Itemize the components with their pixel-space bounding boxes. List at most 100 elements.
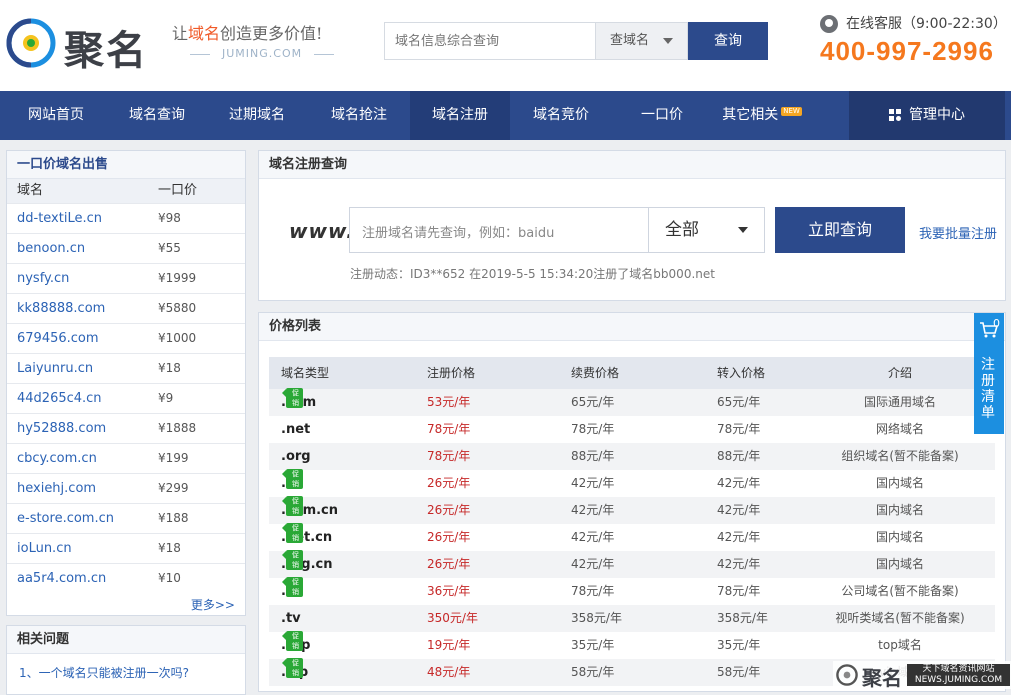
reg-price: 78元/年	[427, 449, 471, 463]
nav-item-label: 其它相关	[722, 107, 779, 123]
col-domain: 域名	[17, 183, 44, 198]
header: 聚名 让域名创造更多价值! JUMING.COM 查域名 查询 在线客服（9:0…	[0, 0, 1011, 91]
list-item[interactable]: ioLun.cn ¥18	[7, 533, 245, 563]
faq-item[interactable]: 1、一个域名只能被注册一次吗?	[19, 664, 189, 681]
table-row: .cc促销36元/年78元/年78元/年公司域名(暂不能备案)	[269, 577, 995, 605]
promo-badge: 促销	[282, 469, 303, 489]
domain-price: ¥299	[158, 481, 189, 495]
domain-name[interactable]: hexiehj.com	[17, 474, 96, 503]
nav-item-backorder[interactable]: 域名抢注	[316, 91, 402, 140]
domain-ext: .org	[281, 449, 311, 464]
domain-name[interactable]: hy52888.com	[17, 414, 106, 443]
promo-badge: 促销	[282, 523, 303, 543]
nav-item-domain-search[interactable]: 域名查询	[114, 91, 200, 140]
promo-badge: 促销	[282, 658, 303, 678]
nav-admin-center[interactable]: 管理中心	[849, 91, 1005, 140]
list-item[interactable]: dd-textiLe.cn ¥98	[7, 203, 245, 233]
domain-name[interactable]: aa5r4.com.cn	[17, 564, 106, 593]
domain-name[interactable]: 679456.com	[17, 324, 99, 353]
www-label: www.	[289, 219, 355, 243]
faq-title: 相关问题	[7, 626, 245, 654]
list-item[interactable]: cbcy.com.cn ¥199	[7, 443, 245, 473]
list-item[interactable]: kk88888.com ¥5880	[7, 293, 245, 323]
register-title: 域名注册查询	[259, 151, 1005, 179]
reg-price: 26元/年	[427, 476, 471, 490]
domain-name[interactable]: cbcy.com.cn	[17, 444, 97, 473]
renew-price: 42元/年	[571, 503, 615, 517]
juming-logo-icon	[6, 18, 56, 68]
domain-intro: 国内域名	[875, 476, 924, 490]
domain-price: ¥188	[158, 511, 189, 525]
renew-price: 65元/年	[571, 395, 615, 409]
slogan: 让域名创造更多价值!	[172, 20, 322, 44]
slogan-suffix: 创造更多价值!	[220, 24, 323, 43]
logo-text: 聚名	[64, 27, 148, 74]
list-item[interactable]: Laiyunru.cn ¥18	[7, 353, 245, 383]
list-item[interactable]: hy52888.com ¥1888	[7, 413, 245, 443]
list-item[interactable]: nysfy.cn ¥1999	[7, 263, 245, 293]
domain-intro: top域名	[878, 638, 922, 652]
search-button[interactable]: 查询	[688, 22, 768, 60]
nav-item-home[interactable]: 网站首页	[14, 91, 98, 140]
more-link[interactable]: 更多>>	[191, 596, 235, 613]
nav-item-label: 域名注册	[432, 107, 488, 123]
table-row: .com.cn 促销 26元/年 42元/年 42元/年 国内域名	[269, 496, 995, 524]
suffix-select[interactable]: 全部	[648, 208, 764, 252]
watermark-line1: 天下域名资讯网站	[922, 664, 995, 674]
domain-name[interactable]: e-store.com.cn	[17, 504, 114, 533]
domain-price: ¥18	[158, 541, 181, 555]
domain-intro: 国内域名	[875, 530, 924, 544]
header-intro: 介绍	[887, 366, 912, 380]
service-text: 在线客服（9:00-22:30）	[846, 16, 1007, 32]
list-item[interactable]: benoon.cn ¥55	[7, 233, 245, 263]
list-item[interactable]: hexiehj.com ¥299	[7, 473, 245, 503]
list-item[interactable]: aa5r4.com.cn ¥10	[7, 563, 245, 593]
domain-name[interactable]: Laiyunru.cn	[17, 354, 93, 383]
watermark: 聚名 天下域名资讯网站 NEWS.JUMING.COM	[833, 661, 1011, 690]
nav-item-register[interactable]: 域名注册	[410, 91, 510, 140]
grid-icon	[889, 108, 902, 122]
nav-item-fixed-price[interactable]: 一口价	[624, 91, 700, 140]
nav-item-label: 域名查询	[129, 107, 185, 123]
batch-register-link[interactable]: 我要批量注册	[919, 223, 997, 242]
domain-name[interactable]: dd-textiLe.cn	[17, 204, 102, 233]
transfer-price: 42元/年	[717, 476, 761, 490]
nav-item-expired[interactable]: 过期域名	[214, 91, 300, 140]
domain-price: ¥1000	[158, 331, 197, 345]
register-input[interactable]: 注册域名请先查询，例如：baidu	[362, 222, 554, 241]
search-type-select[interactable]: 查域名	[595, 23, 687, 59]
header-transfer: 转入价格	[717, 366, 766, 380]
nav-item-auction[interactable]: 域名竞价	[518, 91, 604, 140]
slogan-highlight: 域名	[188, 24, 221, 43]
nav-item-label: 一口价	[641, 107, 683, 123]
domain-ext: .tv	[281, 611, 301, 626]
register-input-group: 注册域名请先查询，例如：baidu 全部	[349, 207, 765, 253]
online-service[interactable]: 在线客服（9:00-22:30）	[820, 13, 1007, 33]
list-item[interactable]: 679456.com ¥1000	[7, 323, 245, 353]
renew-price: 35元/年	[571, 638, 615, 652]
transfer-price: 58元/年	[717, 665, 761, 679]
nav-item-others[interactable]: 其它相关 NEW	[712, 91, 812, 140]
domain-name[interactable]: 44d265c4.cn	[17, 384, 102, 413]
register-cart[interactable]: 0 注册清单	[974, 313, 1004, 434]
domain-name[interactable]: benoon.cn	[17, 234, 85, 263]
domain-intro: 国际通用域名	[863, 395, 936, 409]
domain-name[interactable]: kk88888.com	[17, 294, 105, 323]
reg-price: 48元/年	[427, 665, 471, 679]
domain-price: ¥5880	[158, 301, 197, 315]
table-row: .tv 350元/年 358元/年 358元/年 视听类域名(暂不能备案)	[269, 605, 995, 632]
query-now-button[interactable]: 立即查询	[775, 207, 905, 253]
domain-name[interactable]: nysfy.cn	[17, 264, 69, 293]
table-row: .top促销19元/年35元/年35元/年top域名	[269, 631, 995, 659]
domain-ext: .net	[281, 422, 311, 437]
list-item[interactable]: 44d265c4.cn ¥9	[7, 383, 245, 413]
renew-price: 358元/年	[571, 611, 622, 625]
domain-price: ¥98	[158, 211, 181, 225]
logo[interactable]: 聚名	[6, 10, 156, 74]
header-search-input[interactable]	[385, 23, 595, 59]
domain-name[interactable]: ioLun.cn	[17, 534, 72, 563]
table-row: .net 78元/年 78元/年 78元/年 网络域名	[269, 416, 995, 443]
domain-intro: 国内域名	[875, 557, 924, 571]
list-item[interactable]: e-store.com.cn ¥188	[7, 503, 245, 533]
table-row: .net.cn 促销 26元/年 42元/年 42元/年 国内域名	[269, 523, 995, 551]
